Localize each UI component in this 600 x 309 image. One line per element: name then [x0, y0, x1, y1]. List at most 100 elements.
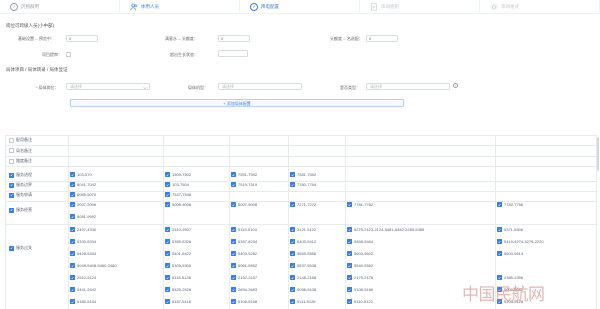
number-input-base[interactable]: 0	[66, 35, 98, 42]
range-cell[interactable]: 5048-5408-5460-2480	[70, 263, 117, 268]
plus-circle-icon[interactable]: +	[453, 83, 458, 88]
checked-checkbox-icon[interactable]	[9, 172, 14, 178]
checked-checkbox-icon[interactable]	[347, 202, 352, 207]
range-cell[interactable]: 103-7504	[165, 182, 189, 187]
step-5[interactable]: 审阅格式	[480, 0, 600, 14]
unchecked-checkbox-icon[interactable]	[9, 148, 14, 153]
range-cell[interactable]: 5008-5008	[165, 202, 191, 207]
row-label[interactable]: 配用备注	[9, 137, 32, 143]
range-cell[interactable]: 5555-5556	[290, 251, 316, 256]
category-select[interactable]: 请选择	[366, 83, 450, 90]
checked-checkbox-icon[interactable]	[70, 182, 75, 187]
checked-checkbox-icon[interactable]	[165, 172, 170, 177]
checked-checkbox-icon[interactable]	[347, 251, 352, 256]
checked-checkbox-icon[interactable]	[165, 227, 170, 232]
range-cell[interactable]: 103-570	[70, 172, 92, 177]
checked-checkbox-icon[interactable]	[290, 275, 295, 280]
growth-status-input[interactable]	[218, 50, 248, 57]
checked-checkbox-icon[interactable]	[231, 299, 236, 304]
range-cell[interactable]: 2497-4330	[70, 227, 96, 232]
checked-checkbox-icon[interactable]	[231, 239, 236, 244]
range-cell[interactable]: 5098-5108	[290, 287, 316, 292]
checked-checkbox-icon[interactable]	[290, 251, 295, 256]
checked-checkbox-icon[interactable]	[70, 263, 75, 268]
checked-checkbox-icon[interactable]	[70, 239, 75, 244]
checked-checkbox-icon[interactable]	[70, 287, 75, 292]
range-cell[interactable]: 5187-5118	[165, 299, 191, 304]
row-label[interactable]: 服务申请	[9, 192, 32, 198]
checked-checkbox-icon[interactable]	[9, 207, 14, 213]
checked-checkbox-icon[interactable]	[231, 287, 236, 292]
range-cell[interactable]: 2510-2507	[165, 227, 191, 232]
step-4[interactable]: 审阅规则	[360, 0, 480, 14]
range-cell[interactable]: 5403-5282	[231, 251, 257, 256]
unchecked-checkbox-icon[interactable]	[9, 137, 14, 143]
range-cell[interactable]: 3121-5102	[290, 227, 316, 232]
range-cell[interactable]: 2510-5124	[70, 275, 96, 280]
range-cell[interactable]: 5371-5506	[497, 227, 523, 232]
range-cell[interactable]: 5419-5274-5275-2220	[497, 239, 544, 244]
checked-checkbox-icon[interactable]	[9, 245, 14, 251]
checked-checkbox-icon[interactable]	[70, 251, 75, 256]
row-label[interactable]: 服务进程	[9, 172, 32, 178]
range-cell[interactable]: 7780-7756	[497, 202, 523, 207]
checked-checkbox-icon[interactable]	[165, 275, 170, 280]
range-cell[interactable]: 7271-7272	[290, 202, 316, 207]
range-cell[interactable]: 5007-5008	[231, 202, 257, 207]
range-cell[interactable]: 5333-5334	[70, 239, 96, 244]
checked-checkbox-icon[interactable]	[9, 182, 14, 188]
row-label[interactable]: 服务经营	[9, 207, 32, 213]
range-cell[interactable]: 5537-5538	[290, 263, 316, 268]
range-cell[interactable]: 2148-2168	[290, 275, 316, 280]
checked-checkbox-icon[interactable]	[231, 251, 236, 256]
checked-checkbox-icon[interactable]	[165, 287, 170, 292]
checked-checkbox-icon[interactable]	[290, 263, 295, 268]
aircraft-type-select[interactable]: 请选择	[218, 83, 302, 90]
range-cell[interactable]: 5357-8234	[231, 239, 257, 244]
checked-checkbox-icon[interactable]	[497, 227, 502, 232]
range-cell[interactable]: 8041-7042	[70, 182, 96, 187]
checked-checkbox-icon[interactable]	[347, 287, 352, 292]
checked-checkbox-icon[interactable]	[70, 227, 75, 232]
row-label[interactable]: 路度备注	[9, 158, 32, 164]
range-cell[interactable]: 8085-5070	[70, 192, 96, 197]
range-cell[interactable]: 7780-7794	[290, 182, 316, 187]
checked-checkbox-icon[interactable]	[165, 182, 170, 187]
checked-checkbox-icon[interactable]	[70, 275, 75, 280]
row-label[interactable]: 服务边界	[9, 182, 32, 188]
range-cell[interactable]: 2097-2006	[70, 202, 96, 207]
step-1[interactable]: ✓ 药物群用	[0, 0, 120, 14]
range-cell[interactable]: 2152-2157	[231, 275, 257, 280]
checked-checkbox-icon[interactable]	[497, 251, 502, 256]
range-cell[interactable]: 7519-7519	[231, 182, 257, 187]
range-cell[interactable]: 5108-5166	[347, 287, 373, 292]
checked-checkbox-icon[interactable]	[290, 227, 295, 232]
range-cell[interactable]: 5118-5128	[165, 275, 191, 280]
checked-checkbox-icon[interactable]	[231, 182, 236, 187]
checked-checkbox-icon[interactable]	[497, 202, 502, 207]
row-label[interactable]: 局名备注	[9, 148, 32, 154]
checked-checkbox-icon[interactable]	[231, 227, 236, 232]
checked-checkbox-icon[interactable]	[231, 263, 236, 268]
range-cell[interactable]: 2175-2176	[347, 275, 373, 280]
number-input-satisfaction[interactable]: 0	[218, 35, 250, 42]
step-3[interactable]: ✓ 降电配置	[240, 0, 360, 14]
range-cell[interactable]: 2694-2683	[231, 287, 257, 292]
checked-checkbox-icon[interactable]	[290, 182, 295, 187]
checked-checkbox-icon[interactable]	[70, 299, 75, 304]
checked-checkbox-icon[interactable]	[290, 287, 295, 292]
checked-checkbox-icon[interactable]	[290, 239, 295, 244]
checked-checkbox-icon[interactable]	[165, 251, 170, 256]
range-cell[interactable]: 5111-5126	[290, 299, 316, 304]
range-cell[interactable]: 5468-5464	[347, 239, 373, 244]
range-cell[interactable]: 5441-2442	[70, 287, 96, 292]
checked-checkbox-icon[interactable]	[231, 172, 236, 177]
range-cell[interactable]: 7551-7592	[231, 172, 257, 177]
checked-checkbox-icon[interactable]	[70, 202, 75, 207]
range-cell[interactable]: 5108-5158	[231, 299, 257, 304]
step-2[interactable]: 体用人员	[120, 0, 240, 14]
range-cell[interactable]: 5401-5422	[165, 251, 191, 256]
checked-checkbox-icon[interactable]	[70, 192, 75, 197]
checked-checkbox-icon[interactable]	[231, 202, 236, 207]
checked-checkbox-icon[interactable]	[347, 263, 352, 268]
